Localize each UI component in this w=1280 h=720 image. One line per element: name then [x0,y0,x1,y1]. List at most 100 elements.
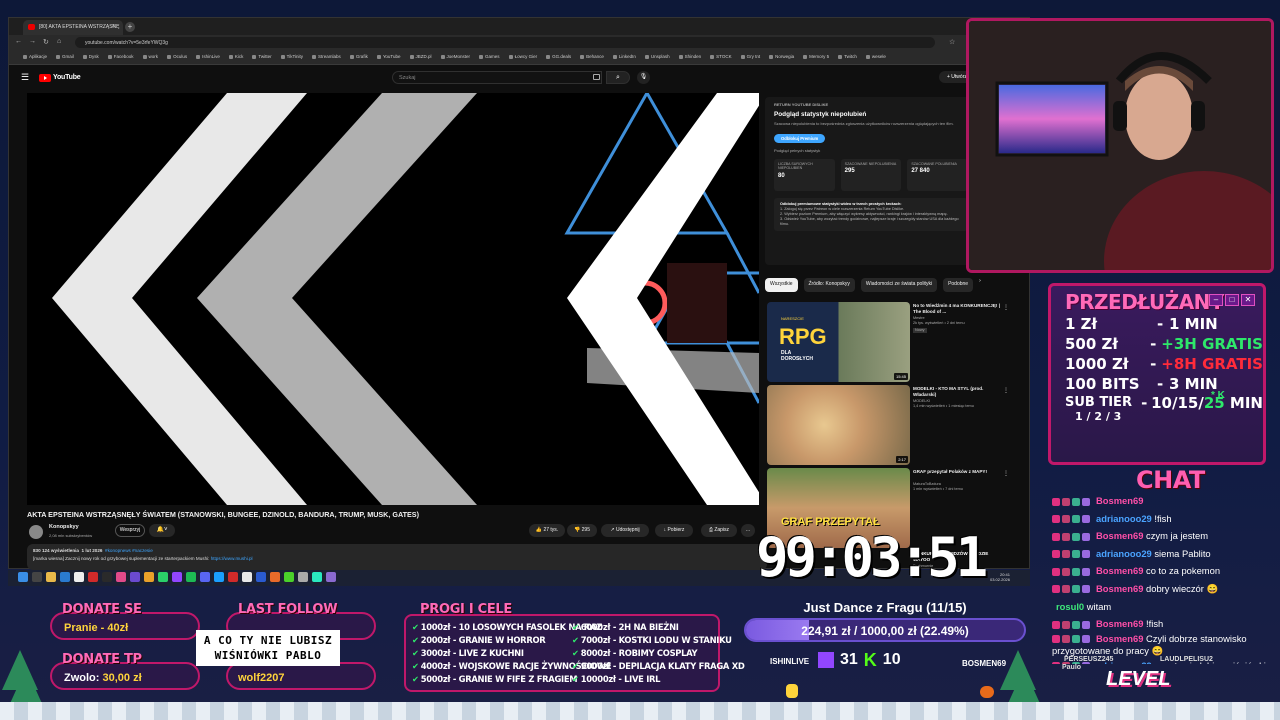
voice-search-button[interactable]: 🎙 [637,71,650,84]
bookmark-item[interactable]: LinkedIn [613,54,636,64]
bookmark-item[interactable]: GG.deals [546,54,571,64]
bookmark-item[interactable]: Unsplash [645,54,670,64]
chip-source[interactable]: Źródło: Konopskyy [803,278,855,292]
chat-username[interactable]: Bosmen69 [1096,618,1143,629]
rec-title[interactable]: No to Wiedźmin 4 ma KONKURENCJĘ! | The B… [913,303,1003,315]
channel-name[interactable]: Konopskyy [49,524,79,530]
bookmark-item[interactable]: Kick [229,54,244,64]
bookmark-item[interactable]: Twitter [252,54,271,64]
hamburger-menu-icon[interactable]: ☰ [21,72,29,83]
app-icon[interactable] [228,572,238,582]
explorer-icon[interactable] [46,572,56,582]
bookmark-item[interactable]: Oculus [167,54,187,64]
bookmark-item[interactable]: Streamlabs [312,54,341,64]
rec-menu-icon[interactable]: ⋮ [1003,304,1009,311]
app-icon[interactable] [298,572,308,582]
rec-thumbnail[interactable]: NARESZCIE RPG DLA DOROSŁYCH 15:45 [767,302,910,382]
search-button[interactable]: ⌕ [606,71,630,84]
bookmark-item[interactable]: STOCK [710,54,731,64]
app-icon[interactable] [130,572,140,582]
start-icon[interactable] [18,572,28,582]
rec-menu-icon[interactable]: ⋮ [1003,387,1009,394]
bookmark-item[interactable]: Norwegia [769,54,794,64]
app-icon[interactable] [214,572,224,582]
chat-username[interactable]: Bosmen69 [1096,530,1143,541]
bookmark-item[interactable]: Games [479,54,500,64]
app-icon[interactable] [284,572,294,582]
rec-video[interactable]: 2:17 MODELKI - KTO MA STYL (prod. Władar… [767,385,1017,467]
bookmark-item[interactable]: Gry tnt [741,54,761,64]
chat-username[interactable]: Bosmen69 [1096,565,1143,576]
chat-username[interactable]: adrianooo29 [1096,548,1152,559]
app-icon[interactable] [144,572,154,582]
chat-username[interactable]: Bosmen69 [1096,583,1143,594]
bookmark-item[interactable]: TikTinity [281,54,303,64]
bookmark-item[interactable]: Shinden [679,54,702,64]
bookmark-item[interactable]: Gmail [56,54,74,64]
rec-thumbnail[interactable]: 2:17 [767,385,910,465]
chat-username[interactable]: adrianooo29 [1096,513,1152,524]
bookmark-item[interactable]: JBZD.pl [410,54,432,64]
rec-title[interactable]: MODELKI - KTO MA STYL (prod. Władarski) [913,386,1003,398]
chip-similar[interactable]: Podobne [943,278,974,292]
channel-avatar[interactable] [29,525,43,539]
chip-politics[interactable]: Wiadomości ze świata polityki [860,278,938,292]
app-icon[interactable] [326,572,336,582]
bookmark-item[interactable]: Aplikacje [23,54,47,64]
unlock-premium-button[interactable]: Odblokuj Premium [774,133,826,143]
tab-close-icon[interactable]: ✕ [111,23,116,30]
bookmark-item[interactable]: Łowcy Gier [509,54,538,64]
chip-all[interactable]: Wszystkie [765,278,798,292]
new-tab-button[interactable]: + [125,22,135,32]
youtube-logo[interactable]: YouTube [39,73,81,82]
bookmark-item[interactable]: Facebook [108,54,134,64]
app-icon[interactable] [242,572,252,582]
app-icon[interactable] [88,572,98,582]
app-icon[interactable] [60,572,70,582]
taskbar-clock[interactable]: 20:41 03.02.2026 [990,572,1010,582]
support-button[interactable]: Wesprzyj [115,524,145,537]
url-field[interactable]: youtube.com/watch?v=5e3rfeYWQ3g [75,37,935,48]
steam-icon[interactable] [256,572,266,582]
video-player[interactable] [27,93,759,505]
app-icon[interactable] [74,572,84,582]
home-icon[interactable]: ⌂ [57,38,61,45]
search-input[interactable]: Szukaj [392,71,602,84]
more-actions-button[interactable]: … [741,524,755,537]
keyboard-icon[interactable] [593,74,600,80]
like-button[interactable]: 👍 27 tys. [529,524,565,537]
reload-icon[interactable]: ↻ [43,38,49,46]
app-icon[interactable] [116,572,126,582]
bookmark-item[interactable]: Twitch [838,54,857,64]
app-icon[interactable] [312,572,322,582]
forward-icon[interactable]: → [29,38,36,45]
chat-username[interactable]: rosul0 [1056,601,1084,612]
star-icon[interactable]: ☆ [949,38,955,46]
bookmark-item[interactable]: wesele [866,54,886,64]
rec-menu-icon[interactable]: ⋮ [1003,470,1009,477]
app-icon[interactable] [270,572,280,582]
video-description[interactable]: 830 124 wyświetlenia 1 lut 2026 #konopne… [27,544,767,570]
bookmark-item[interactable]: YouTube [377,54,401,64]
hashtags[interactable]: #konopnews #naczesie [105,548,153,553]
chips-next-icon[interactable]: › [979,278,981,292]
browser-tab-active[interactable]: [80] AKTA EPSTEINA WSTRZĄSNĘ [23,20,123,35]
app-icon[interactable] [158,572,168,582]
rec-title[interactable]: GRAF przepytał Polaków z MAPY! [913,469,1003,475]
spotify-icon[interactable] [186,572,196,582]
search-taskbar-icon[interactable] [32,572,42,582]
dislike-button[interactable]: 👎 295 [567,524,597,537]
app-icon[interactable] [102,572,112,582]
back-icon[interactable]: ← [15,38,22,45]
bookmark-item[interactable]: work [143,54,159,64]
bookmark-item[interactable]: Grafik [350,54,368,64]
chat-username[interactable]: Bosmen69 [1096,633,1143,644]
chat-username[interactable]: Bosmen69 [1096,495,1143,506]
discord-icon[interactable] [200,572,210,582]
bookmark-item[interactable]: Dysk [83,54,99,64]
bookmark-item[interactable]: IshinLive [196,54,220,64]
twitch-app-icon[interactable] [172,572,182,582]
notification-bell-button[interactable]: 🔔˅ [149,524,175,537]
description-link[interactable]: https://www.mushi.pl [211,556,253,561]
save-button[interactable]: ⎙ Zapisz [701,524,737,537]
